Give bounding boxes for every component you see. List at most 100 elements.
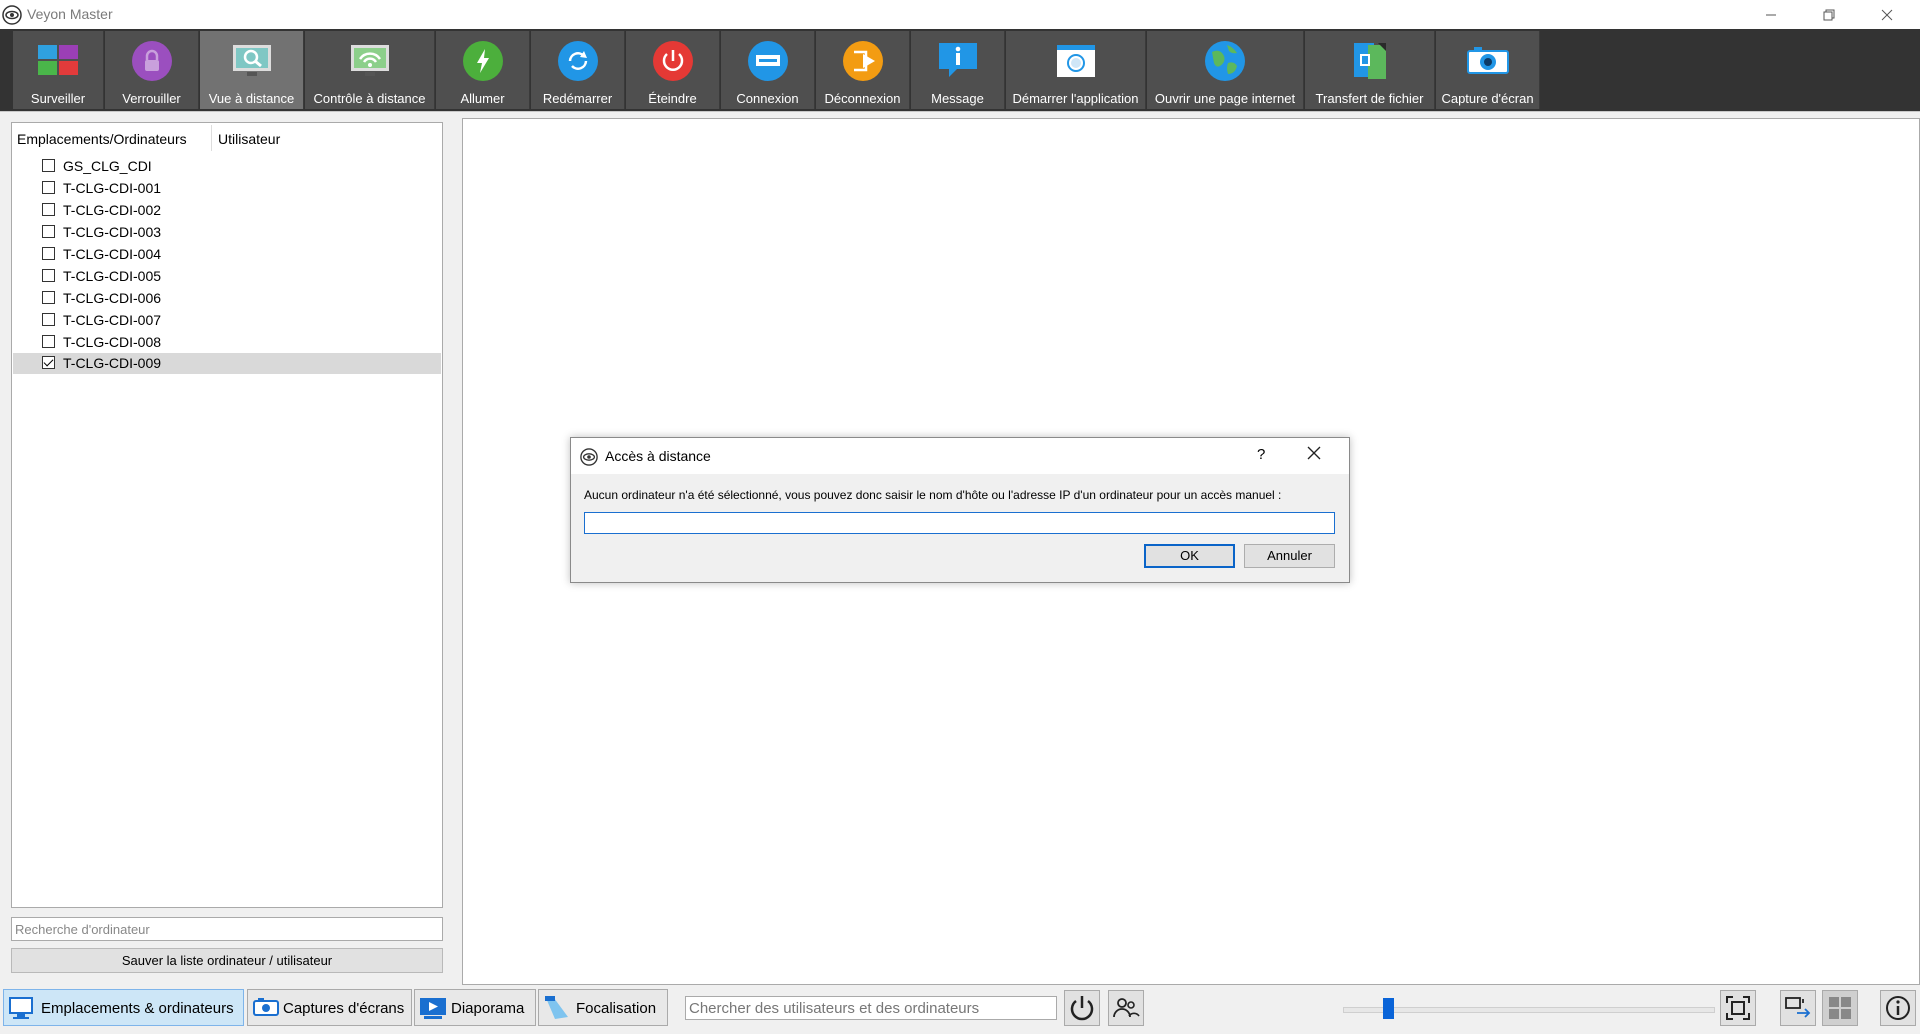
grid-view-button[interactable]	[1822, 990, 1858, 1026]
tree-item-label: T-CLG-CDI-005	[63, 268, 162, 284]
item-checkbox[interactable]	[42, 313, 55, 326]
help-button[interactable]: ?	[1257, 446, 1265, 463]
minimize-icon	[1766, 14, 1776, 15]
start-app-button[interactable]: Démarrer l'application	[1006, 31, 1146, 109]
main-toolbar: Surveiller Verrouiller Vue à distance Co…	[0, 29, 1920, 112]
item-checkbox[interactable]	[42, 159, 55, 172]
arrange-button[interactable]	[1780, 990, 1816, 1026]
tab-slideshow[interactable]: Diaporama	[414, 989, 536, 1026]
arrange-icon	[1785, 997, 1811, 1018]
power-on-button[interactable]: Allumer	[436, 31, 530, 109]
zoom-slider-track[interactable]	[1343, 1007, 1715, 1013]
cancel-button[interactable]: Annuler	[1244, 544, 1335, 568]
screenshots-icon	[253, 998, 279, 1016]
toolbar-button-label: Contrôle à distance	[313, 91, 426, 106]
toolbar-button-label: Transfert de fichier	[1315, 91, 1424, 106]
save-list-button[interactable]: Sauver la liste ordinateur / utilisateur	[11, 948, 443, 973]
ok-button[interactable]: OK	[1144, 544, 1235, 568]
item-checkbox[interactable]	[42, 203, 55, 216]
zoom-slider-handle[interactable]	[1382, 998, 1394, 1019]
item-checkbox[interactable]	[42, 181, 55, 194]
remote-view-button[interactable]: Vue à distance	[200, 31, 304, 109]
tree-item[interactable]: T-CLG-CDI-001	[13, 178, 441, 199]
power-on-icon	[462, 41, 503, 81]
toolbar-button-label: Éteindre	[648, 91, 697, 106]
login-button[interactable]: Connexion	[721, 31, 815, 109]
remote-control-icon	[350, 45, 389, 76]
tree-item-label: T-CLG-CDI-001	[63, 180, 162, 196]
toolbar-button-label: Redémarrer	[542, 91, 613, 106]
hostname-input[interactable]	[584, 512, 1335, 534]
tree-item-label: T-CLG-CDI-009	[63, 355, 162, 371]
lock-icon	[131, 41, 172, 81]
lock-button[interactable]: Verrouiller	[105, 31, 199, 109]
tab-spotlight[interactable]: Focalisation	[538, 989, 668, 1026]
remote-control-button[interactable]: Contrôle à distance	[305, 31, 435, 109]
user-computer-search-input[interactable]	[685, 996, 1057, 1020]
tab-screenshots[interactable]: Captures d'écrans	[247, 989, 412, 1026]
dialog-close-button[interactable]	[1307, 443, 1321, 466]
auto-fit-button[interactable]	[1720, 990, 1756, 1026]
about-button[interactable]	[1880, 990, 1916, 1026]
power-filter-button[interactable]	[1064, 990, 1100, 1026]
info-icon	[1886, 996, 1910, 1020]
tree-item-label: T-CLG-CDI-003	[63, 224, 162, 240]
toolbar-button-label: Surveiller	[30, 91, 86, 106]
reboot-button[interactable]: Redémarrer	[531, 31, 625, 109]
toolbar-button-label: Capture d'écran	[1441, 91, 1534, 106]
item-checkbox[interactable]	[42, 225, 55, 238]
computers-icon	[9, 997, 33, 1019]
tree-item[interactable]: T-CLG-CDI-007	[13, 310, 441, 331]
tree-item[interactable]: T-CLG-CDI-002	[13, 200, 441, 221]
tree-item[interactable]: T-CLG-CDI-005	[13, 266, 441, 287]
screenshot-button[interactable]: Capture d'écran	[1436, 31, 1540, 109]
message-button[interactable]: Message	[911, 31, 1005, 109]
monitor-tiles-icon	[38, 45, 78, 75]
toolbar-button-label: Connexion	[736, 91, 799, 106]
tab-label: Emplacements & ordinateurs	[41, 1000, 234, 1017]
start-app-icon	[1056, 45, 1095, 77]
file-transfer-icon	[1353, 43, 1386, 79]
minimize-button[interactable]	[1742, 0, 1800, 29]
window-titlebar: Veyon Master	[0, 0, 1920, 29]
message-icon	[938, 43, 977, 77]
users-filter-button[interactable]	[1108, 990, 1144, 1026]
fit-screen-icon	[1726, 996, 1750, 1020]
tree-item-label: T-CLG-CDI-002	[63, 202, 162, 218]
item-checkbox[interactable]	[42, 269, 55, 282]
tree-item[interactable]: GS_CLG_CDI	[13, 156, 441, 177]
computer-search-input[interactable]	[11, 917, 443, 941]
open-website-button[interactable]: Ouvrir une page internet	[1147, 31, 1304, 109]
toolbar-button-label: Allumer	[460, 91, 505, 106]
item-checkbox[interactable]	[42, 335, 55, 348]
restore-button[interactable]	[1800, 0, 1858, 29]
tree-item[interactable]: T-CLG-CDI-004	[13, 244, 441, 265]
tree-item[interactable]: T-CLG-CDI-003	[13, 222, 441, 243]
tab-label: Focalisation	[576, 1000, 657, 1017]
computer-tree-panel: Emplacements/Ordinateurs Utilisateur GS_…	[11, 122, 443, 908]
veyon-eye-icon	[580, 448, 598, 466]
logout-button[interactable]: Déconnexion	[816, 31, 910, 109]
dialog-title: Accès à distance	[605, 448, 711, 464]
tree-item[interactable]: T-CLG-CDI-008	[13, 332, 441, 353]
toolbar-button-label: Vue à distance	[208, 91, 295, 106]
camera-icon	[1466, 47, 1509, 74]
monitor-button[interactable]: Surveiller	[13, 31, 104, 109]
item-checkbox[interactable]	[42, 291, 55, 304]
power-off-button[interactable]: Éteindre	[626, 31, 720, 109]
column-header-user[interactable]: Utilisateur	[218, 131, 280, 147]
close-button[interactable]	[1858, 0, 1916, 29]
grid-icon	[1829, 997, 1851, 1019]
tree-item-selected[interactable]: T-CLG-CDI-009	[13, 353, 441, 374]
item-checkbox[interactable]	[42, 247, 55, 260]
item-checkbox-checked[interactable]	[42, 356, 55, 369]
tree-item-label: T-CLG-CDI-006	[63, 290, 162, 306]
file-transfer-button[interactable]: Transfert de fichier	[1305, 31, 1435, 109]
dialog-titlebar: Accès à distance ?	[571, 438, 1349, 474]
tab-label: Captures d'écrans	[283, 1000, 405, 1017]
tree-item[interactable]: T-CLG-CDI-006	[13, 288, 441, 309]
tree-item-label: T-CLG-CDI-007	[63, 312, 162, 328]
tab-locations-computers[interactable]: Emplacements & ordinateurs	[3, 989, 244, 1026]
window-title: Veyon Master	[27, 6, 113, 22]
column-header-locations[interactable]: Emplacements/Ordinateurs	[17, 131, 187, 147]
